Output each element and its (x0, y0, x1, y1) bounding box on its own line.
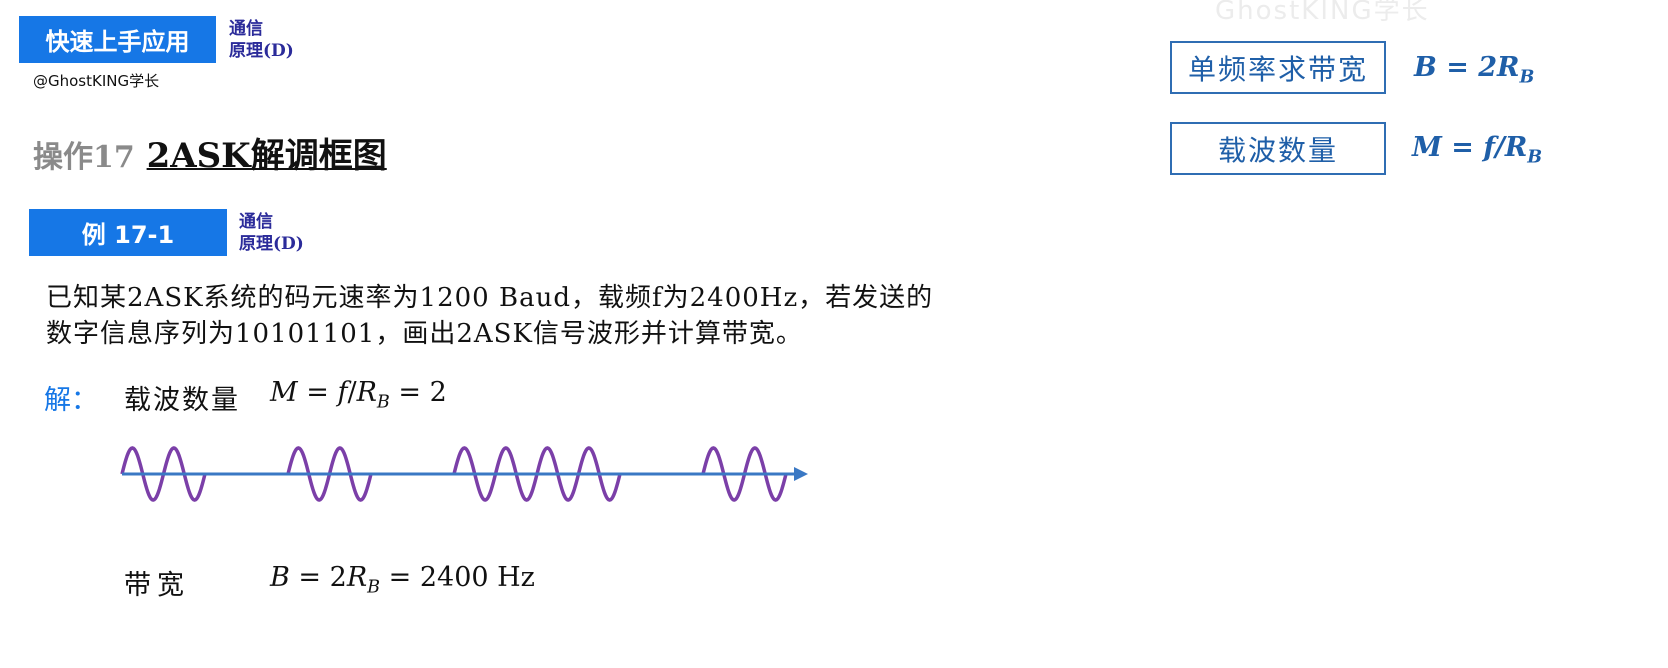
problem-line-2: 数字信息序列为10101101，画出2ASK信号波形并计算带宽。 (46, 319, 803, 349)
carrier-formula: M = f/RB = 2 (270, 377, 447, 413)
author-credit: @GhostKING学长 (33, 72, 160, 90)
page-title: 操作17 2ASK解调框图 (33, 128, 387, 177)
problem-text: 已知某2ASK系统的码元速率为1200 Baud，载频f为2400Hz，若发送的… (46, 280, 933, 352)
course-tag-line2: 原理(D) (229, 41, 294, 61)
summary-formula-bandwidth: B = 2RB (1414, 52, 1535, 88)
carrier-label: 载波数量 (124, 385, 240, 416)
bandwidth-label: 带宽 (124, 570, 190, 601)
ask-waveform (120, 446, 808, 502)
summary-box-carrier-label: 载波数量 (1217, 133, 1338, 167)
example-tag-line1: 通信 (239, 212, 273, 232)
summary-formula-carrier: M = f/RB (1412, 132, 1543, 168)
watermark: GhostKING学长 (1215, 0, 1430, 26)
course-tag: 通信 原理(D) (229, 18, 294, 62)
course-tag-line1: 通信 (229, 19, 263, 39)
section-badge: 快速上手应用 (19, 16, 216, 63)
problem-line-1: 已知某2ASK系统的码元速率为1200 Baud，载频f为2400Hz，若发送的 (46, 283, 934, 313)
example-badge-label: 例 17-1 (81, 221, 175, 249)
example-tag: 通信 原理(D) (239, 211, 304, 255)
solution-label: 解： (44, 385, 98, 416)
bandwidth-formula: B = 2RB = 2400 Hz (270, 562, 535, 598)
section-badge-label: 快速上手应用 (45, 28, 190, 56)
summary-box-carrier: 载波数量 (1170, 122, 1386, 175)
page-title-prefix: 操作17 (33, 140, 135, 175)
summary-box-bandwidth: 单频率求带宽 (1170, 41, 1386, 94)
example-tag-line2: 原理(D) (239, 234, 304, 254)
summary-box-bandwidth-label: 单频率求带宽 (1187, 52, 1368, 86)
time-axis-arrow (794, 467, 808, 481)
example-badge: 例 17-1 (29, 209, 227, 256)
page-title-main: 2ASK解调框图 (146, 136, 387, 176)
